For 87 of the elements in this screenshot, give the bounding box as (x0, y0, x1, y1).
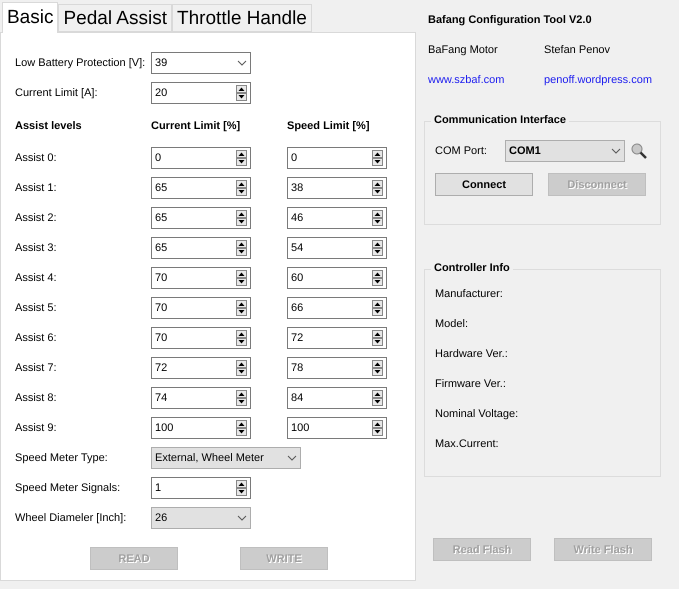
connection-button[interactable]: Connect (435, 173, 533, 196)
caret-icon (237, 60, 247, 66)
spin-field[interactable]: 100 (151, 417, 251, 439)
tab[interactable]: Throttle Handle (172, 4, 312, 32)
website-link[interactable]: www.szbaf.com (428, 74, 544, 90)
tab[interactable]: Basic (2, 2, 58, 33)
info-label: Hardware Ver.: (435, 348, 509, 362)
spin-arrows-icon[interactable] (236, 330, 247, 346)
spin-arrows-icon[interactable] (372, 180, 383, 196)
assist-label: Assist 7: (15, 362, 58, 374)
info-label: Manufacturer: (435, 288, 504, 302)
info-label: Nominal Voltage: (435, 408, 520, 422)
spin-arrows-icon[interactable] (372, 330, 383, 346)
spin-field[interactable]: 70 (151, 297, 251, 319)
spin-field[interactable]: 46 (287, 207, 387, 229)
assist-label: Assist 2: (15, 212, 58, 224)
spin-arrows-icon[interactable] (236, 270, 247, 286)
author-name: BaFang Motor (428, 44, 499, 58)
spin-arrows-icon[interactable] (236, 480, 247, 496)
spin-arrows-icon[interactable] (236, 420, 247, 436)
spin-arrows-icon[interactable] (372, 240, 383, 256)
spin-arrows-icon[interactable] (372, 420, 383, 436)
column-header: Speed Limit [%] (287, 120, 371, 132)
assist-label: Assist 3: (15, 242, 58, 254)
spin-field[interactable]: 65 (151, 237, 251, 259)
spin-field[interactable]: 74 (151, 387, 251, 409)
assist-label: Assist 9: (15, 422, 58, 434)
assist-label: Assist 1: (15, 182, 58, 194)
spin-field[interactable]: 60 (287, 267, 387, 289)
spin-field[interactable]: 20 (151, 82, 251, 104)
spin-field[interactable]: 65 (151, 207, 251, 229)
website-link[interactable]: penoff.wordpress.com (544, 74, 660, 90)
app-title: Bafang Configuration Tool V2.0 (428, 14, 593, 28)
spin-arrows-icon[interactable] (372, 300, 383, 316)
spin-field[interactable]: 100 (287, 417, 387, 439)
spin-field[interactable]: 78 (287, 357, 387, 379)
caret-icon (611, 148, 621, 154)
spin-arrows-icon[interactable] (372, 270, 383, 286)
spin-arrows-icon[interactable] (236, 150, 247, 166)
spin-arrows-icon[interactable] (236, 360, 247, 376)
spin-field[interactable]: 70 (151, 327, 251, 349)
spin-arrows-icon[interactable] (236, 210, 247, 226)
field-label: Low Battery Protection [V]: (15, 57, 146, 69)
assist-label: Assist 0: (15, 152, 58, 164)
spin-field[interactable]: 66 (287, 297, 387, 319)
dropdown[interactable]: 39 (151, 52, 251, 74)
spin-field[interactable]: 65 (151, 177, 251, 199)
spin-arrows-icon[interactable] (236, 85, 247, 101)
column-header: Assist levels (15, 120, 83, 132)
field-label: Speed Meter Signals: (15, 482, 122, 494)
spin-field[interactable]: 84 (287, 387, 387, 409)
spin-arrows-icon[interactable] (236, 390, 247, 406)
author-name: Stefan Penov (544, 44, 612, 58)
field-label: COM Port: (435, 145, 488, 157)
search-icon[interactable] (630, 142, 648, 160)
spin-field[interactable]: 72 (151, 357, 251, 379)
spin-field[interactable]: 72 (287, 327, 387, 349)
spin-arrows-icon[interactable] (236, 180, 247, 196)
spin-arrows-icon[interactable] (236, 300, 247, 316)
assist-label: Assist 4: (15, 272, 58, 284)
spin-arrows-icon[interactable] (372, 360, 383, 376)
info-label: Max.Current: (435, 438, 500, 452)
assist-label: Assist 5: (15, 302, 58, 314)
group-title: Controller Info (431, 262, 513, 274)
info-label: Model: (435, 318, 470, 332)
spin-field[interactable]: 70 (151, 267, 251, 289)
assist-label: Assist 8: (15, 392, 58, 404)
field-label: Speed Meter Type: (15, 452, 109, 464)
spin-arrows-icon[interactable] (372, 210, 383, 226)
spin-arrows-icon[interactable] (372, 150, 383, 166)
assist-label: Assist 6: (15, 332, 58, 344)
port-dropdown[interactable]: COM1 (505, 140, 625, 162)
spin-field[interactable]: 0 (287, 147, 387, 169)
info-label: Firmware Ver.: (435, 378, 507, 392)
spin-field[interactable]: 1 (151, 477, 251, 499)
spin-arrows-icon[interactable] (236, 240, 247, 256)
field-label: Wheel Diameler [Inch]: (15, 512, 128, 524)
tab[interactable]: Pedal Assist (58, 4, 172, 32)
caret-icon (287, 455, 297, 461)
spin-field[interactable]: 38 (287, 177, 387, 199)
spin-arrows-icon[interactable] (372, 390, 383, 406)
spin-field[interactable]: 54 (287, 237, 387, 259)
group-title: Communication Interface (431, 114, 570, 126)
caret-icon (237, 515, 247, 521)
field-label: Current Limit [A]: (15, 87, 99, 99)
spin-field[interactable]: 0 (151, 147, 251, 169)
column-header: Current Limit [%] (151, 120, 242, 132)
